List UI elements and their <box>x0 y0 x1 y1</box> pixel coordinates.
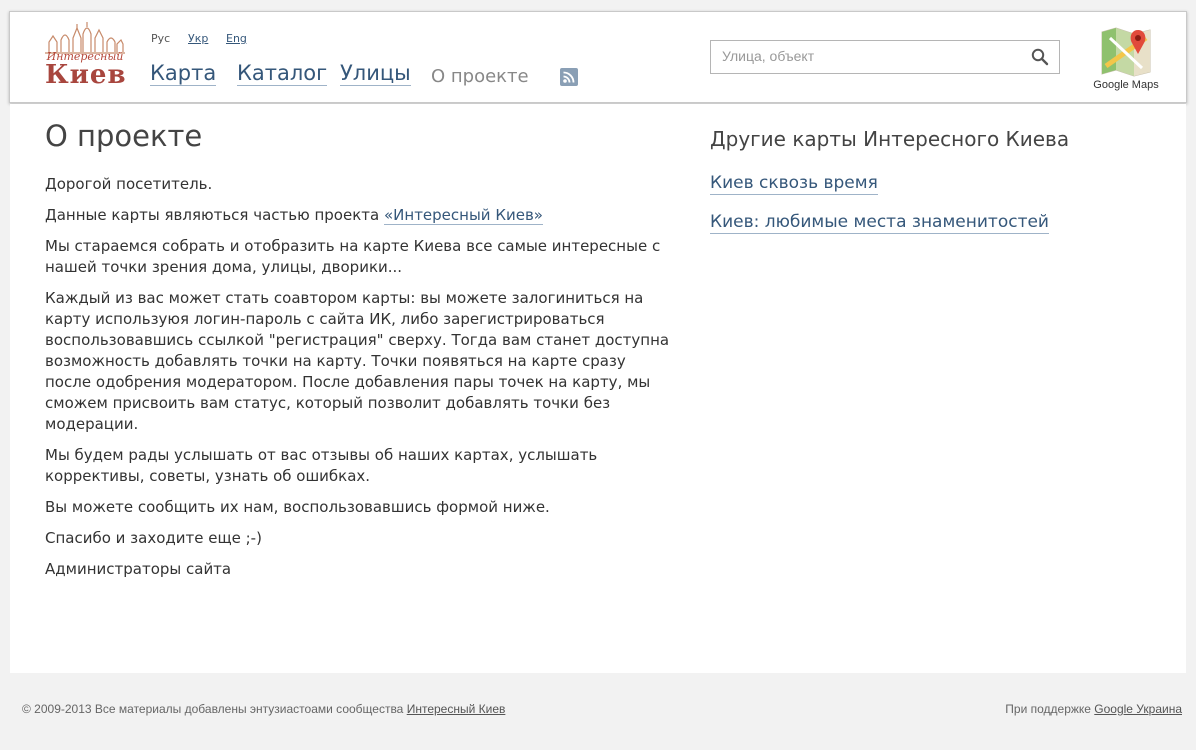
paragraph: Каждый из вас может стать соавтором карт… <box>45 289 670 433</box>
main-content: О проекте Дорогой посетитель. Данные кар… <box>10 104 1186 673</box>
footer-google-ukraine-link[interactable]: Google Украина <box>1094 702 1182 716</box>
lang-ru[interactable]: Рус <box>151 32 170 45</box>
google-maps-label: Google Maps <box>1093 79 1159 91</box>
about-text: Дорогой посетитель. Данные карты являють… <box>45 174 675 590</box>
footer-copyright: © 2009-2013 Все материалы добавлены энту… <box>22 702 505 716</box>
lang-en[interactable]: Eng <box>226 32 247 45</box>
site-header: Интересный Киев Рус Укр Eng Карта Катало… <box>9 11 1187 103</box>
footer-support-text: При поддержке <box>1005 702 1095 716</box>
logo-text-big: Киев <box>45 60 127 90</box>
nav-catalog[interactable]: Каталог <box>237 61 328 86</box>
nav-streets[interactable]: Улицы <box>340 61 411 86</box>
footer-support: При поддержке Google Украина <box>1005 702 1182 716</box>
paragraph: Спасибо и заходите еще ;-) <box>45 529 262 547</box>
nav-map[interactable]: Карта <box>150 61 217 86</box>
project-link[interactable]: «Интересный Киев» <box>383 206 543 225</box>
search-input[interactable] <box>711 41 1022 71</box>
site-logo[interactable]: Интересный Киев <box>45 22 127 90</box>
paragraph: Администраторы сайта <box>45 560 232 578</box>
footer-community-link[interactable]: Интересный Киев <box>407 702 506 716</box>
lang-uk[interactable]: Укр <box>188 32 208 45</box>
search-icon[interactable] <box>1031 48 1049 66</box>
paragraph: Мы будем рады услышать от вас отзывы об … <box>45 446 598 485</box>
paragraph-text: Данные карты являються частью проекта <box>45 206 384 224</box>
paragraph: Дорогой посетитель. <box>45 175 213 193</box>
page-title: О проекте <box>45 119 203 153</box>
paragraph: Мы стараемся собрать и отобразить на кар… <box>45 237 661 276</box>
sidebar-link-kiev-through-time[interactable]: Киев сквозь время <box>710 172 878 195</box>
sidebar-link-celebrity-places[interactable]: Киев: любимые места знаменитостей <box>710 211 1049 234</box>
rss-icon[interactable] <box>560 68 578 86</box>
search-box <box>710 40 1060 74</box>
footer-copyright-text: © 2009-2013 Все материалы добавлены энту… <box>22 702 407 716</box>
sidebar-title: Другие карты Интересного Киева <box>710 127 1070 151</box>
google-maps-link[interactable]: Google Maps <box>1088 24 1164 94</box>
paragraph: Вы можете сообщить их нам, воспользовавш… <box>45 498 550 516</box>
google-maps-icon <box>1101 27 1151 77</box>
nav-about[interactable]: О проекте <box>431 65 529 89</box>
paragraph-with-link: Данные карты являються частью проекта «И… <box>45 205 675 226</box>
